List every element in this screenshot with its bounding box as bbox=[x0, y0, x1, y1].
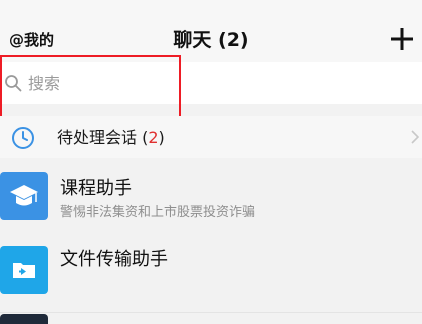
chat-item-course-assistant[interactable]: 课程助手 警惕非法集资和上市股票投资诈骗 bbox=[0, 158, 422, 236]
page-title: 聊天 (2) bbox=[173, 29, 249, 51]
list-divider bbox=[0, 312, 422, 313]
top-bar: @我的 聊天 (2) bbox=[0, 0, 422, 62]
pending-sessions-row[interactable]: 待处理会话 (2) bbox=[0, 116, 422, 158]
chat-name: 文件传输助手 bbox=[60, 249, 168, 270]
graduation-cap-icon bbox=[10, 185, 38, 206]
folder-transfer-icon bbox=[13, 263, 35, 278]
chevron-right-icon bbox=[411, 130, 420, 144]
pending-count: 2 bbox=[148, 128, 159, 147]
course-assistant-avatar bbox=[0, 172, 48, 220]
clock-icon bbox=[12, 127, 34, 149]
search-icon bbox=[5, 75, 22, 92]
plus-icon[interactable] bbox=[390, 27, 414, 51]
search-field[interactable] bbox=[0, 62, 422, 104]
next-chat-avatar bbox=[0, 314, 48, 324]
chat-name: 课程助手 bbox=[60, 178, 132, 199]
search-input[interactable] bbox=[28, 71, 328, 95]
chat-preview: 警惕非法集资和上市股票投资诈骗 bbox=[60, 205, 256, 220]
pending-sessions-label: 待处理会话 (2) bbox=[57, 128, 165, 147]
chat-item-file-transfer[interactable]: 文件传输助手 bbox=[0, 236, 422, 314]
file-transfer-avatar bbox=[0, 246, 48, 294]
